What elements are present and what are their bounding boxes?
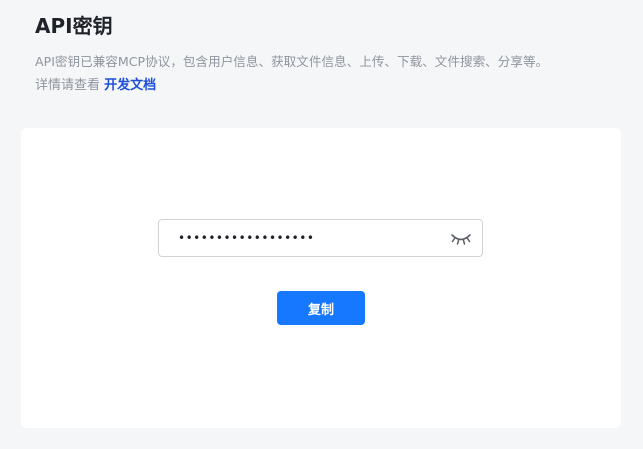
page-title: API密钥 [35, 14, 113, 38]
api-key-field [158, 219, 483, 257]
copy-button[interactable]: 复制 [277, 291, 365, 325]
eye-closed-icon[interactable] [450, 232, 472, 246]
description-doc-prefix: 详情请查看 [35, 78, 105, 93]
description-doc-line: 详情请查看 开发文档 [35, 74, 635, 98]
description-line: API密钥已兼容MCP协议，包含用户信息、获取文件信息、上传、下载、文件搜索、分… [35, 54, 549, 69]
api-key-card: 复制 [21, 128, 621, 428]
api-key-input[interactable] [178, 220, 438, 256]
dev-docs-link[interactable]: 开发文档 [104, 78, 156, 93]
page-description: API密钥已兼容MCP协议，包含用户信息、获取文件信息、上传、下载、文件搜索、分… [35, 50, 635, 98]
